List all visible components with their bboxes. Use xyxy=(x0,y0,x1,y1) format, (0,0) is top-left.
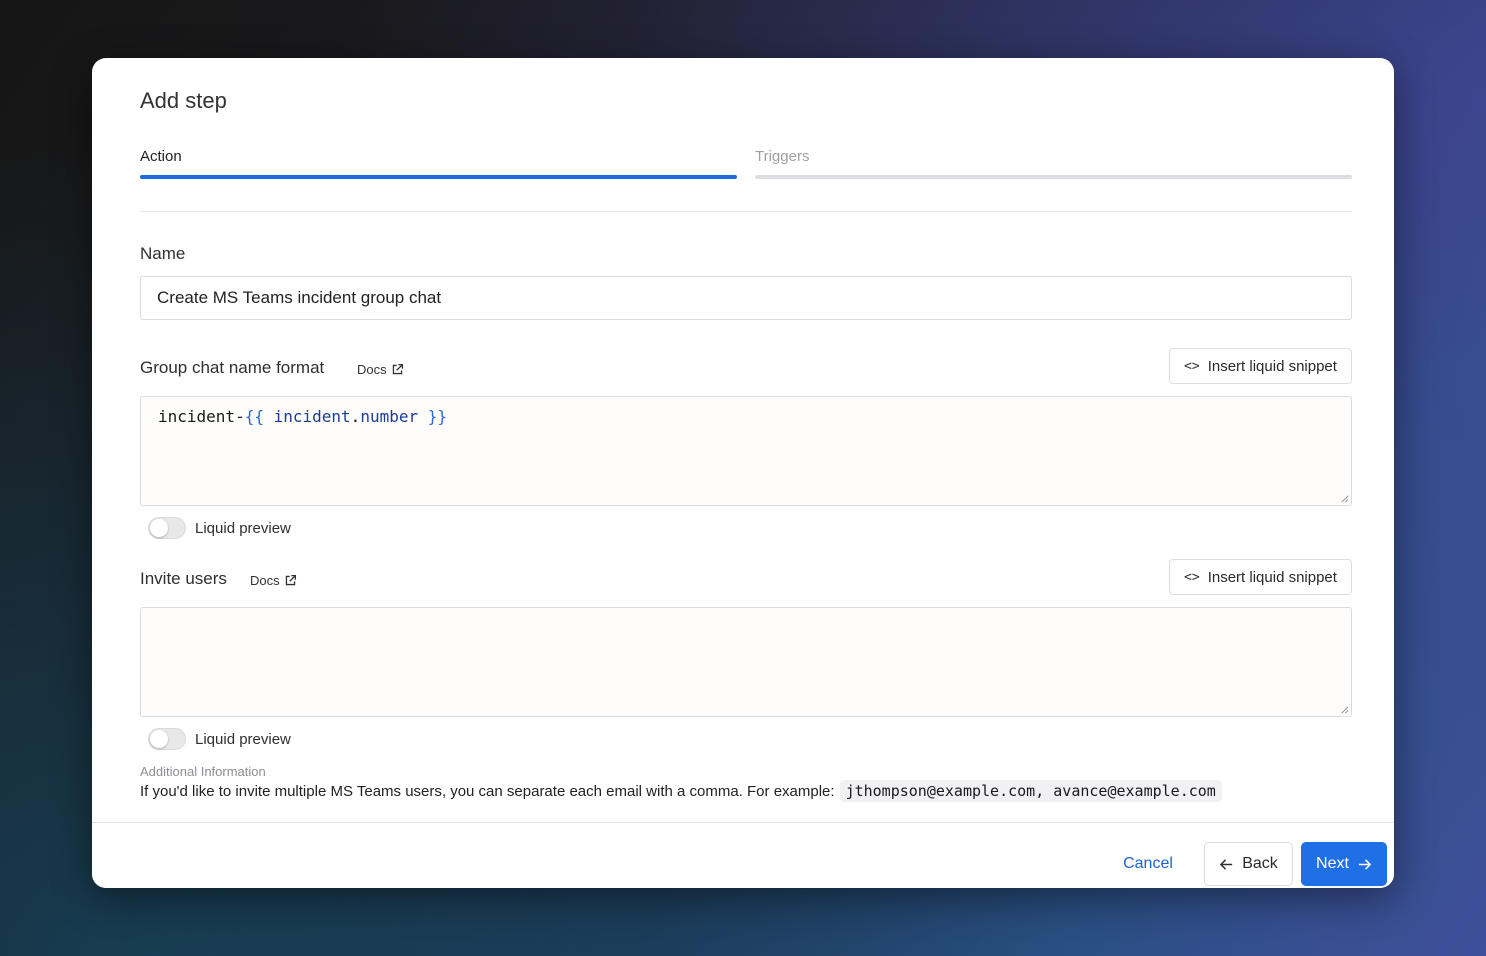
liquid-template-code: incident-{{ incident.number }} xyxy=(158,407,448,426)
toggle-switch[interactable] xyxy=(148,728,186,750)
arrow-left-icon xyxy=(1219,857,1234,872)
tab-action-indicator xyxy=(140,175,737,179)
header-divider xyxy=(140,211,1352,212)
docs-label: Docs xyxy=(250,573,280,588)
name-label: Name xyxy=(140,244,186,263)
additional-info-heading: Additional Information xyxy=(140,764,266,779)
tab-action[interactable]: Action xyxy=(140,148,182,165)
liquid-preview-label: Liquid preview xyxy=(195,519,291,537)
external-link-icon xyxy=(285,574,296,586)
group-chat-name-textarea[interactable]: incident-{{ incident.number }} xyxy=(140,396,1352,506)
invite-users-docs-link[interactable]: Docs xyxy=(250,573,297,588)
group-chat-docs-link[interactable]: Docs xyxy=(357,362,404,377)
invite-users-label: Invite users xyxy=(140,569,227,588)
snippet-button-label: Insert liquid snippet xyxy=(1207,568,1337,586)
code-icon: <> xyxy=(1184,569,1200,585)
code-icon: <> xyxy=(1184,358,1200,374)
group-chat-liquid-preview-toggle[interactable]: Liquid preview xyxy=(148,517,291,539)
insert-liquid-snippet-button[interactable]: <> Insert liquid snippet xyxy=(1169,559,1352,595)
cancel-button[interactable]: Cancel xyxy=(1112,842,1184,886)
tab-triggers[interactable]: Triggers xyxy=(755,148,809,165)
arrow-right-icon xyxy=(1357,857,1372,872)
tab-triggers-indicator xyxy=(755,175,1352,179)
additional-info-text: If you'd like to invite multiple MS Team… xyxy=(140,780,1222,802)
external-link-icon xyxy=(392,363,403,375)
next-button-label: Next xyxy=(1316,855,1349,872)
toggle-switch[interactable] xyxy=(148,517,186,539)
add-step-dialog: Add step Action Triggers Name Create MS … xyxy=(92,58,1394,888)
name-input[interactable]: Create MS Teams incident group chat xyxy=(140,276,1352,320)
dialog-title: Add step xyxy=(140,88,227,113)
insert-liquid-snippet-button[interactable]: <> Insert liquid snippet xyxy=(1169,348,1352,384)
docs-label: Docs xyxy=(357,362,387,377)
back-button-label: Back xyxy=(1242,855,1278,872)
snippet-button-label: Insert liquid snippet xyxy=(1207,357,1337,375)
resize-handle-icon[interactable] xyxy=(1340,494,1349,503)
next-button[interactable]: Next xyxy=(1301,842,1387,886)
dialog-footer xyxy=(92,822,1394,888)
invite-users-liquid-preview-toggle[interactable]: Liquid preview xyxy=(148,728,291,750)
liquid-preview-label: Liquid preview xyxy=(195,730,291,748)
invite-users-textarea[interactable] xyxy=(140,607,1352,717)
group-chat-name-label: Group chat name format xyxy=(140,358,325,377)
email-example-code: jthompson@example.com, avance@example.co… xyxy=(839,780,1222,802)
resize-handle-icon[interactable] xyxy=(1340,705,1349,714)
back-button[interactable]: Back xyxy=(1204,842,1293,886)
